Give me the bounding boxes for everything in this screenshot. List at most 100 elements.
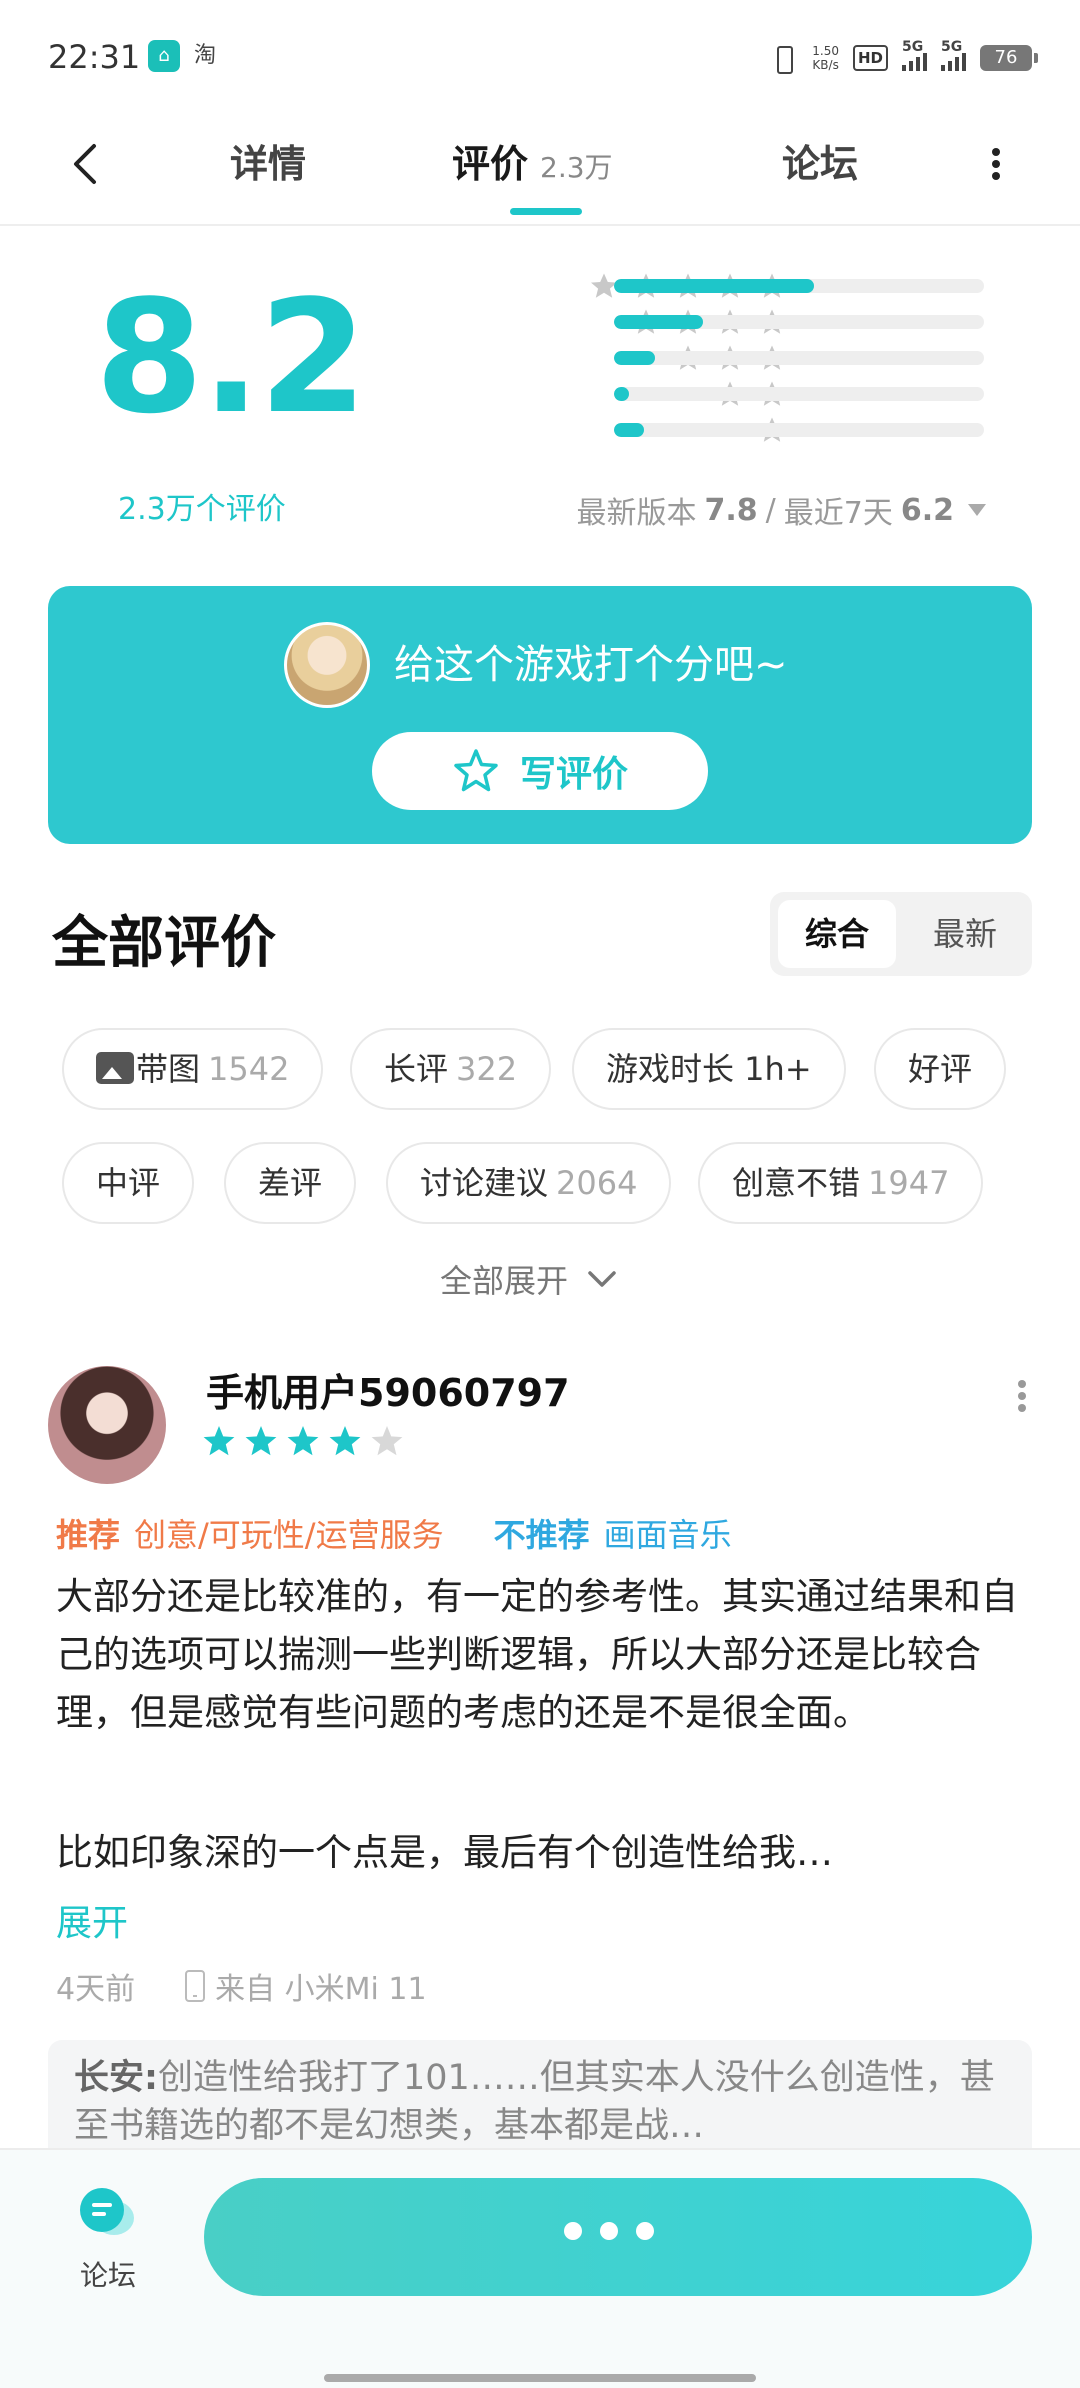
expand-all-filters[interactable]: 全部展开 (440, 1256, 618, 1302)
back-icon[interactable] (64, 132, 112, 196)
image-icon (96, 1052, 134, 1084)
home-indicator[interactable] (324, 2374, 756, 2382)
sort-comprehensive[interactable]: 综合 (778, 900, 896, 968)
network-speed-value: 1.50 (812, 44, 839, 58)
caret-down-icon (968, 504, 986, 516)
not-recommend-items: 画面音乐 (603, 1516, 732, 1554)
filter-count: 1947 (868, 1164, 950, 1202)
filter-label: 好评 (908, 1050, 973, 1088)
sort-toggle: 综合 最新 (770, 892, 1032, 976)
review-tags: 推荐 创意/可玩性/运营服务 不推荐 画面音乐 (56, 1510, 732, 1556)
forum-icon[interactable] (78, 2186, 136, 2240)
rating-score: 8.2 (95, 266, 367, 448)
network-type-2: 5G (941, 39, 963, 55)
filter-chip-discussion[interactable]: 讨论建议 2064 (386, 1142, 672, 1224)
filter-label: 带图 (136, 1050, 201, 1088)
review-body: 大部分还是比较准的，有一定的参考性。其实通过结果和自己的选项可以揣测一些判断逻辑… (56, 1575, 1018, 1734)
filter-chip-neutral[interactable]: 中评 (62, 1142, 195, 1224)
tab-forum[interactable]: 论坛 (782, 132, 858, 196)
star-filled-icon (245, 1426, 277, 1456)
filter-label: 讨论建议 (420, 1164, 549, 1202)
recommend-items: 创意/可玩性/运营服务 (134, 1516, 444, 1554)
main-action-button[interactable] (204, 2178, 1032, 2296)
more-options-icon[interactable] (982, 132, 1010, 196)
active-tab-indicator (510, 208, 582, 215)
reply-text: 创造性给我打了101……但其实本人没什么创造性，甚至书籍选的都不是幻想类，基本都… (74, 2058, 995, 2146)
filter-count: 1542 (208, 1050, 290, 1088)
tab-reviews[interactable]: 评价 2.3万 (452, 132, 613, 196)
reply-author: 长安: (74, 2058, 158, 2098)
filter-count: 322 (456, 1050, 518, 1088)
status-time: 22:31 (48, 38, 141, 76)
filter-count: 2064 (556, 1164, 638, 1202)
review-more-icon[interactable] (1016, 1378, 1028, 1414)
rating-row-3-star (398, 344, 986, 372)
rating-bar-track (614, 423, 984, 437)
sort-latest[interactable]: 最新 (906, 900, 1024, 968)
rating-bar-track (614, 387, 984, 401)
tab-reviews-count: 2.3万 (540, 151, 613, 184)
user-avatar (284, 622, 370, 708)
phone-icon (185, 1970, 206, 2002)
rating-row-4-star (398, 308, 986, 336)
section-title: 全部评价 (52, 911, 276, 976)
star-filled-icon (203, 1426, 235, 1456)
reply-preview[interactable]: 长安:创造性给我打了101……但其实本人没什么创造性，甚至书籍选的都不是幻想类，… (48, 2040, 1032, 2150)
reviewer-avatar[interactable] (48, 1366, 166, 1484)
recent-score: 6.2 (900, 492, 954, 528)
rating-row-1-star (398, 416, 986, 444)
nav-bar: 详情 评价 2.3万 论坛 (0, 110, 1080, 226)
filter-chip-playtime[interactable]: 游戏时长 1h+ (572, 1028, 846, 1110)
forum-label[interactable]: 论坛 (80, 2254, 136, 2294)
filter-label: 游戏时长 1h+ (606, 1050, 812, 1088)
write-review-button[interactable]: 写评价 (372, 732, 708, 810)
version-rating[interactable]: 最新版本 7.8 / 最近7天 6.2 (576, 488, 986, 532)
rating-bar-fill (614, 315, 703, 329)
filter-label: 差评 (258, 1164, 323, 1202)
signal-icon-2: 5G (941, 39, 966, 71)
version-score: 7.8 (704, 492, 758, 528)
star-filled-icon (329, 1426, 361, 1456)
network-speed: 1.50 KB/s (812, 44, 839, 72)
network-type-1: 5G (902, 39, 924, 55)
review-time: 4天前 (56, 1972, 136, 2007)
reviewer-name[interactable]: 手机用户59060797 (206, 1362, 570, 1417)
filter-label: 中评 (96, 1164, 161, 1202)
battery-icon: 76 (980, 45, 1038, 71)
bottom-bar: 论坛 (0, 2148, 1080, 2388)
not-recommend-label: 不推荐 (493, 1516, 590, 1554)
rating-bar-fill (614, 387, 629, 401)
rating-bar-track (614, 279, 984, 293)
filter-chip-long-review[interactable]: 长评 322 (350, 1028, 552, 1110)
review-expand-link[interactable]: 展开 (56, 1894, 128, 1946)
recent-label: 最近7天 (783, 496, 893, 531)
loading-dots-icon (564, 2222, 654, 2240)
rating-row-5-star (398, 272, 986, 300)
expand-all-label: 全部展开 (440, 1262, 569, 1300)
rating-bar-fill (614, 423, 644, 437)
rating-bar-track (614, 351, 984, 365)
vibrate-icon (768, 43, 798, 74)
network-speed-unit: KB/s (812, 58, 839, 72)
version-separator: / (765, 492, 776, 528)
star-empty-icon (371, 1426, 403, 1456)
tab-details[interactable]: 详情 (230, 132, 306, 196)
chevron-down-icon (588, 1271, 616, 1287)
version-label: 最新版本 (576, 496, 697, 531)
filter-chip-with-images[interactable]: 带图 1542 (62, 1028, 324, 1110)
star-outline-icon (454, 749, 498, 792)
rating-bar-fill (614, 279, 814, 293)
rate-game-card: 给这个游戏打个分吧~ 写评价 (48, 586, 1032, 844)
write-review-label: 写评价 (519, 754, 628, 795)
status-bar: 22:31 ⌂ 淘 1.50 KB/s HD 5G 5G 76 (0, 0, 1080, 110)
signal-icon-1: 5G (902, 39, 927, 71)
filter-chip-positive[interactable]: 好评 (874, 1028, 1007, 1110)
filter-chip-creative[interactable]: 创意不错 1947 (698, 1142, 984, 1224)
home-icon: ⌂ (148, 40, 180, 72)
review-stars (202, 1424, 404, 1458)
review-body-continued: 比如印象深的一个点是，最后有个创造性给我… (56, 1831, 833, 1874)
hd-icon: HD (852, 45, 888, 71)
filter-label: 长评 (384, 1050, 449, 1088)
rate-prompt: 给这个游戏打个分吧~ (394, 642, 788, 688)
filter-chip-negative[interactable]: 差评 (224, 1142, 357, 1224)
